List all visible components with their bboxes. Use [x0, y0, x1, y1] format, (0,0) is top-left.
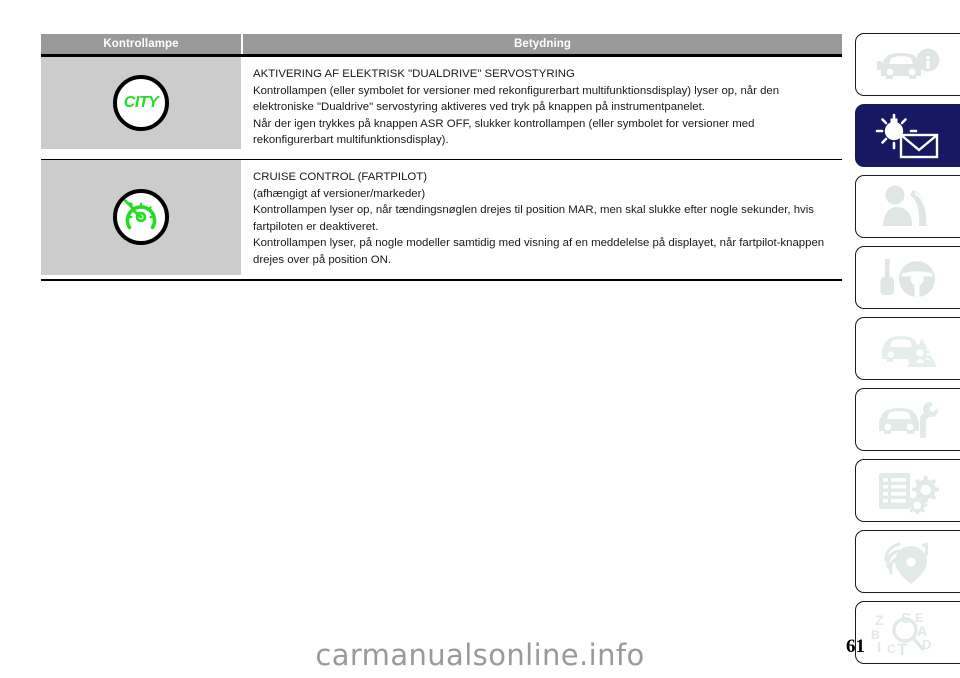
specs-gears-icon — [879, 472, 939, 514]
telltale-description-cell: AKTIVERING AF ELEKTRISK "DUALDRIVE" SERV… — [243, 57, 842, 159]
sidebar-item-safety[interactable] — [855, 175, 960, 238]
city-telltale-label: CITY — [123, 94, 159, 111]
sidebar-item-technical-specifications[interactable] — [855, 459, 960, 522]
sidebar-item-maintenance[interactable] — [855, 388, 960, 451]
table-header-row: Kontrollampe Betydning — [41, 34, 842, 57]
cruise-control-telltale-icon — [113, 189, 169, 246]
chapter-tab-sidebar: Z B I C T S E A D — [855, 33, 960, 672]
emergency-warning-icon — [875, 335, 937, 367]
description-line: (afhængigt af versioner/markeder) — [253, 187, 426, 200]
description-line: AKTIVERING AF ELEKTRISK "DUALDRIVE" SERV… — [253, 68, 575, 80]
description-line: Kontrollampen lyser op, når tændingsnøgl… — [253, 204, 814, 233]
multimedia-music-icon — [884, 541, 928, 584]
table-row: CRUISE CONTROL (FARTPILOT) (afhængigt af… — [41, 159, 842, 281]
telltale-icon-cell — [41, 159, 241, 275]
telltale-icon-cell: CITY — [41, 57, 241, 149]
car-info-icon — [877, 48, 940, 79]
description-line: CRUISE CONTROL (FARTPILOT) — [253, 170, 428, 183]
car-wrench-maintenance-icon — [879, 401, 938, 438]
watermark-text: carmanualsonline.info — [315, 638, 645, 672]
sidebar-item-warning-lights-messages[interactable] — [855, 104, 960, 167]
sidebar-item-multimedia[interactable] — [855, 530, 960, 593]
sidebar-item-car-info[interactable] — [855, 33, 960, 96]
key-steering-wheel-icon — [880, 258, 935, 297]
airbag-safety-icon — [883, 185, 929, 226]
cruise-control-gauge-icon — [123, 199, 157, 230]
warning-light-message-icon — [875, 113, 939, 158]
manual-page: Kontrollampe Betydning CITY AKTIVERING A… — [0, 0, 960, 678]
description-line: Kontrollampen lyser, på nogle modeller s… — [253, 237, 825, 266]
page-number: 61 — [846, 636, 865, 657]
description-line: Kontrollampen (eller symbolet for versio… — [253, 84, 780, 114]
telltale-table: Kontrollampe Betydning CITY AKTIVERING A… — [41, 34, 842, 281]
svg-text:Z: Z — [875, 612, 884, 628]
sidebar-item-starting-driving[interactable] — [855, 246, 960, 309]
telltale-description-cell: CRUISE CONTROL (FARTPILOT) (afhængigt af… — [243, 160, 842, 279]
table-row: CITY AKTIVERING AF ELEKTRISK "DUALDRIVE"… — [41, 57, 842, 160]
column-header-betydning: Betydning — [243, 34, 842, 54]
description-line: Når der igen trykkes på knappen ASR OFF,… — [253, 117, 755, 147]
column-header-kontrollampe: Kontrollampe — [41, 34, 241, 54]
city-telltale-icon: CITY — [113, 75, 169, 131]
sidebar-item-emergency[interactable] — [855, 317, 960, 380]
